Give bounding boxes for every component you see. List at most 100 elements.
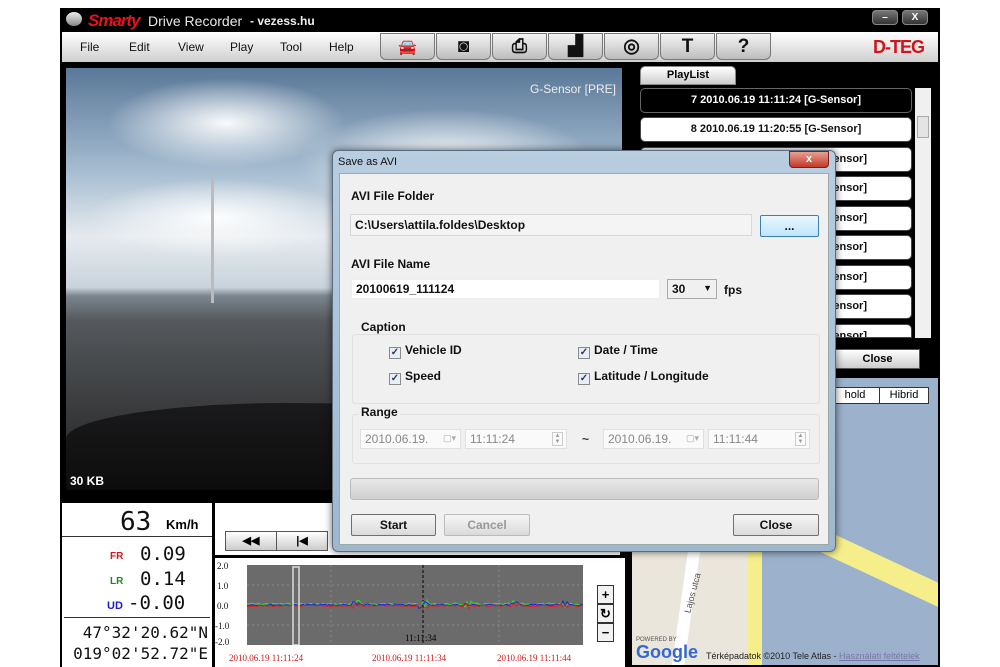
- map-attribution: Térképadatok ©2010 Tele Atlas - Használa…: [706, 651, 920, 661]
- help-icon: ?: [737, 36, 750, 57]
- range-separator: ~: [582, 432, 590, 446]
- speed-unit: Km/h: [166, 517, 199, 532]
- start-date-picker[interactable]: 2010.06.19. ▢▾: [360, 429, 461, 449]
- lr-value: 0.14: [140, 568, 186, 590]
- end-date-picker[interactable]: 2010.06.19. ▢▾: [603, 429, 704, 449]
- snapshot-button[interactable]: ◙: [436, 33, 491, 60]
- hybrid-button[interactable]: Hibrid: [879, 387, 929, 404]
- zoom-out-button[interactable]: −: [597, 623, 614, 642]
- lr-label: LR: [110, 576, 124, 587]
- clapperboard-icon: ▟: [568, 36, 583, 57]
- save-as-avi-dialog: Save as AVI x AVI File Folder C:\Users\a…: [332, 150, 836, 552]
- export-progress-bar: [350, 478, 819, 500]
- fps-value: 30: [672, 282, 686, 296]
- end-time-input[interactable]: 11:11:44 ▲ ▼: [708, 429, 810, 449]
- g-sensor-graph: 2.0 1.0 0.0 -1.0 -2.0 11:11:34 2010.06.1…: [215, 558, 625, 667]
- app-icon: [66, 12, 82, 26]
- caption-label: Caption: [359, 320, 408, 334]
- disc-button[interactable]: ◎: [604, 33, 659, 60]
- map-type-button[interactable]: hold: [830, 387, 880, 404]
- playlist-close-button[interactable]: Close: [835, 349, 920, 369]
- close-window-button[interactable]: X: [902, 10, 928, 25]
- y-tick: -1.0: [215, 621, 230, 631]
- app-name: Drive Recorder: [148, 13, 243, 29]
- hammer-icon: T: [681, 36, 694, 57]
- fr-label: FR: [110, 551, 124, 562]
- close-button[interactable]: Close: [733, 514, 819, 536]
- spinner-icon[interactable]: ▲ ▼: [552, 432, 563, 446]
- print-button[interactable]: ⎙: [492, 33, 547, 60]
- browse-button[interactable]: ...: [760, 215, 819, 237]
- reset-zoom-button[interactable]: ↻: [597, 604, 614, 623]
- brand-logo: Smarty: [88, 11, 141, 30]
- y-tick: 0.0: [217, 601, 229, 611]
- help-button[interactable]: ?: [716, 33, 771, 60]
- start-button[interactable]: Start: [351, 514, 436, 536]
- checkbox-label: Date / Time: [594, 343, 658, 357]
- dialog-close-button[interactable]: x: [789, 151, 829, 168]
- previous-button[interactable]: |◀: [276, 531, 328, 551]
- y-tick: -2.0: [215, 637, 230, 647]
- menu-file[interactable]: File: [80, 40, 99, 54]
- graph-plot-area[interactable]: 11:11:34: [247, 565, 583, 645]
- menu-bar: File Edit View Play Tool Help 🚘 ◙ ⎙ ▟ ◎ …: [62, 32, 938, 62]
- checkbox-checked-icon: ✓: [578, 347, 590, 359]
- end-time-value: 11:11:44: [713, 432, 758, 446]
- menu-help[interactable]: Help: [329, 40, 354, 54]
- cancel-button: Cancel: [444, 514, 530, 536]
- end-date-value: 2010.06.19.: [608, 432, 672, 446]
- file-name-input[interactable]: 20100619_111124: [351, 279, 660, 299]
- checkbox-checked-icon: ✓: [389, 347, 401, 359]
- dialog-body: AVI File Folder C:\Users\attila.foldes\D…: [339, 173, 829, 545]
- printer-icon: ⎙: [511, 36, 528, 57]
- checkbox-checked-icon: ✓: [578, 373, 590, 385]
- attribution-text: Térképadatok ©2010 Tele Atlas -: [706, 651, 840, 661]
- fps-label: fps: [724, 283, 742, 297]
- date-time-checkbox[interactable]: ✓ Date / Time: [578, 343, 658, 359]
- disc-icon: ◎: [623, 36, 640, 57]
- playlist-item[interactable]: 7 2010.06.19 11:11:24 [G-Sensor]: [640, 88, 912, 113]
- folder-field[interactable]: C:\Users\attila.foldes\Desktop: [350, 214, 752, 236]
- checkbox-label: Speed: [405, 369, 442, 383]
- vehicle-id-checkbox[interactable]: ✓ Vehicle ID: [389, 343, 462, 359]
- car-folder-button[interactable]: 🚘: [380, 33, 435, 60]
- ud-label: UD: [107, 600, 123, 612]
- start-date-value: 2010.06.19.: [365, 432, 429, 446]
- camera-icon: ◙: [457, 36, 470, 57]
- menu-play[interactable]: Play: [230, 40, 253, 54]
- zoom-in-button[interactable]: +: [597, 585, 614, 604]
- rewind-button[interactable]: ◀◀: [225, 531, 277, 551]
- tab-playlist[interactable]: PlayList: [640, 66, 736, 85]
- chevron-down-icon: ▼: [703, 283, 712, 293]
- menu-view[interactable]: View: [178, 40, 204, 54]
- fr-value: 0.09: [140, 543, 186, 565]
- dialog-title: Save as AVI: [338, 156, 398, 168]
- x-tick: 2010.06.19 11:11:24: [229, 653, 304, 663]
- playlist-item[interactable]: 8 2010.06.19 11:20:55 [G-Sensor]: [640, 117, 912, 142]
- minimize-button[interactable]: –: [872, 10, 898, 25]
- lat-long-checkbox[interactable]: ✓ Latitude / Longitude: [578, 369, 709, 385]
- fps-select[interactable]: 30 ▼: [667, 279, 717, 299]
- menu-tool[interactable]: Tool: [280, 40, 302, 54]
- ud-series: [247, 599, 583, 610]
- settings-button[interactable]: T: [660, 33, 715, 60]
- speed-checkbox[interactable]: ✓ Speed: [389, 369, 441, 385]
- site-label: - vezess.hu: [250, 14, 315, 28]
- playlist-scrollbar[interactable]: [915, 88, 931, 338]
- spinner-icon[interactable]: ▲ ▼: [795, 432, 806, 446]
- start-time-value: 11:11:24: [470, 432, 515, 446]
- start-time-input[interactable]: 11:11:24 ▲ ▼: [465, 429, 567, 449]
- file-name-label: AVI File Name: [351, 257, 431, 271]
- google-logo: Google: [636, 642, 698, 662]
- checkbox-label: Latitude / Longitude: [594, 369, 709, 383]
- file-size-label: 30 KB: [70, 474, 105, 488]
- x-tick: 2010.06.19 11:11:34: [372, 653, 447, 663]
- terms-link[interactable]: Használati feltételek: [839, 651, 920, 661]
- save-avi-button[interactable]: ▟: [548, 33, 603, 60]
- latitude: 47°32'20.62"N: [82, 623, 208, 642]
- checkbox-checked-icon: ✓: [389, 373, 401, 385]
- menu-edit[interactable]: Edit: [129, 40, 150, 54]
- y-tick: 1.0: [217, 581, 229, 591]
- car-folder-icon: 🚘: [398, 39, 417, 56]
- telemetry-panel: 63 Km/h FR 0.09 LR 0.14 UD -0.00 47°32'2…: [62, 503, 212, 667]
